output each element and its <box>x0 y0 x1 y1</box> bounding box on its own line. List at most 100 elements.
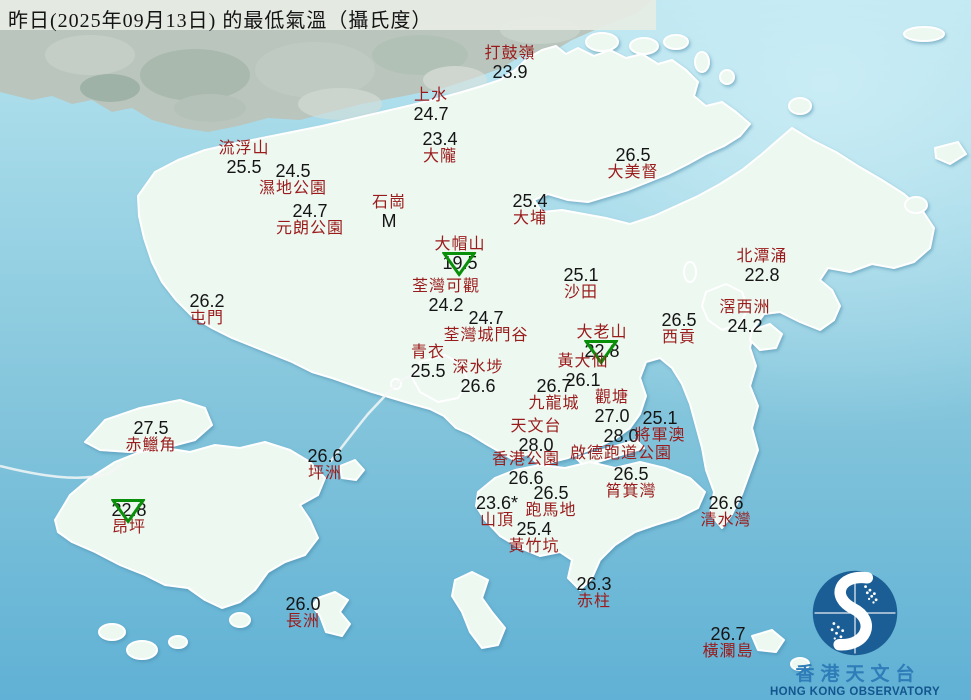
station-name: 青衣 <box>410 344 446 361</box>
station-temperature-value: 26.5 <box>613 465 648 484</box>
station-temperature-value: 26.6 <box>708 494 743 513</box>
station-temperature-value: 24.7 <box>468 309 503 328</box>
station-label: M 石崗 <box>371 194 407 231</box>
temperature-text: 26.0 <box>285 594 321 614</box>
temperature-text: 22.8 <box>744 264 780 285</box>
station-temperature-value: 24.5 <box>275 162 310 181</box>
station-temperature-value: 25.5 <box>410 360 446 381</box>
station-label: 24.7 元朗公園 <box>276 202 344 237</box>
station-temperature-value: 23.6* <box>476 494 518 513</box>
station-name: 天文台 <box>510 418 562 435</box>
station-name: 屯門 <box>189 309 225 327</box>
station-name: 九龍城 <box>528 394 580 412</box>
temperature-text: 24.7 <box>292 201 328 221</box>
station-temperature-value: 26.5 <box>533 484 568 503</box>
station-name: 大帽山 <box>434 236 486 253</box>
station-label: 24.5 濕地公園 <box>259 162 327 197</box>
temperature-text: 26.6 <box>460 375 496 396</box>
temperature-text: 25.1 <box>563 265 599 285</box>
hko-logo-name-en: HONG KONG OBSERVATORY <box>769 686 941 698</box>
temperature-text: 19.5 <box>442 252 478 273</box>
station-name: 大隴 <box>422 147 458 165</box>
temperature-text: 22.8 <box>111 500 147 520</box>
station-temperature-value: 26.3 <box>576 575 611 594</box>
station-temperature-value: 27.0 <box>594 406 629 426</box>
temperature-text: 28.0 <box>603 426 639 446</box>
temperature-text: 26.6 <box>307 446 343 466</box>
station-name: 流浮山 <box>218 140 270 157</box>
station-label: 26.6 坪洲 <box>307 447 342 482</box>
station-label: 26.5 筲箕灣 <box>605 465 656 500</box>
station-name: 荃灣城門谷 <box>443 326 529 344</box>
station-label: 26.0 長洲 <box>285 595 320 630</box>
station-temperature-value: 24.7 <box>413 104 448 124</box>
station-label: 26.5 大美督 <box>607 146 658 181</box>
station-name: 筲箕灣 <box>605 482 657 500</box>
station-label: 27.5 赤鱲角 <box>125 419 176 454</box>
station-temperature-value: 22.8 <box>109 499 147 525</box>
station-label: 24.2 滘西洲 <box>719 299 770 336</box>
station-label: 26.5 跑馬地 <box>525 484 576 519</box>
station-label: 19.5 大帽山 <box>434 236 486 278</box>
temperature-text: 26.5 <box>615 145 651 165</box>
temperature-text: 26.5 <box>613 464 649 484</box>
station-label: 28.0 天文台 <box>510 418 562 454</box>
station-label: 23.4 大隴 <box>422 130 457 165</box>
station-name: 觀塘 <box>594 389 630 406</box>
temperature-text: 26.5 <box>661 310 697 330</box>
station-temperature-value: 26.2 <box>189 292 224 311</box>
temperature-text: 23.9 <box>492 61 528 82</box>
station-label: 26.6 清水灣 <box>700 494 751 529</box>
station-temperature-value: 28.0 <box>603 427 638 446</box>
station-temperature-value: 23.4 <box>422 130 457 149</box>
station-label: 26.7 九龍城 <box>528 377 579 412</box>
station-name: 清水灣 <box>700 511 752 529</box>
station-label: 26.3 赤柱 <box>576 575 611 610</box>
temperature-text: 27.5 <box>133 418 169 438</box>
station-name: 黃大仙 <box>557 353 609 370</box>
station-name: 坪洲 <box>307 464 343 482</box>
station-label: 26.5 西貢 <box>661 311 696 346</box>
station-temperature-value: 24.2 <box>727 315 763 336</box>
station-name: 深水埗 <box>452 359 504 376</box>
station-label: 25.4 大埔 <box>512 192 547 227</box>
temperature-text: M <box>381 210 397 231</box>
station-temperature-value: 27.5 <box>133 419 168 438</box>
station-name: 大美督 <box>607 163 659 181</box>
station-name: 黃竹坑 <box>508 537 560 555</box>
temperature-text: 23.6* <box>475 493 519 513</box>
hko-logo: 香港天文台 HONG KONG OBSERVATORY <box>745 569 965 698</box>
station-temperature-value: 23.9 <box>492 61 528 82</box>
temperature-text: 25.4 <box>512 191 548 211</box>
station-label: 24.7 荃灣城門谷 <box>443 309 528 344</box>
station-name: 沙田 <box>563 283 599 301</box>
station-name: 赤鱲角 <box>125 436 177 454</box>
station-label: 26.2 屯門 <box>189 292 224 327</box>
station-temperature-value: 24.7 <box>292 202 327 221</box>
station-name: 西貢 <box>661 328 697 346</box>
temperature-text: 26.7 <box>536 376 572 396</box>
station-name: 將軍澳 <box>634 426 686 444</box>
temperature-text: 24.2 <box>727 315 763 336</box>
station-name: 啟德跑道公園 <box>569 444 673 462</box>
station-label: 25.5 青衣 <box>410 344 446 381</box>
temperature-text: 25.5 <box>410 360 446 381</box>
station-temperature-value: 25.5 <box>226 157 261 177</box>
temperature-text: 24.7 <box>468 308 504 328</box>
station-name: 石崗 <box>371 194 407 211</box>
station-temperature-value: M <box>381 210 397 231</box>
station-name: 大老山 <box>576 324 628 341</box>
station-temperature-value: 26.6 <box>460 375 496 396</box>
station-label: 25.1 將軍澳 <box>634 409 685 444</box>
station-name: 上水 <box>413 87 449 104</box>
temperature-text: 26.3 <box>576 574 612 594</box>
station-label: 26.6 深水埗 <box>452 359 504 396</box>
hko-logo-name-zh: 香港天文台 <box>795 664 921 685</box>
station-name: 長洲 <box>285 612 321 630</box>
station-label: 25.1 沙田 <box>563 266 598 301</box>
station-name: 荃灣可觀 <box>411 278 481 295</box>
temperature-text: 26.6 <box>708 493 744 513</box>
temperature-text: 25.1 <box>642 408 678 428</box>
station-temperature-value: 26.6 <box>307 447 342 466</box>
station-label: 24.7 上水 <box>413 87 449 124</box>
